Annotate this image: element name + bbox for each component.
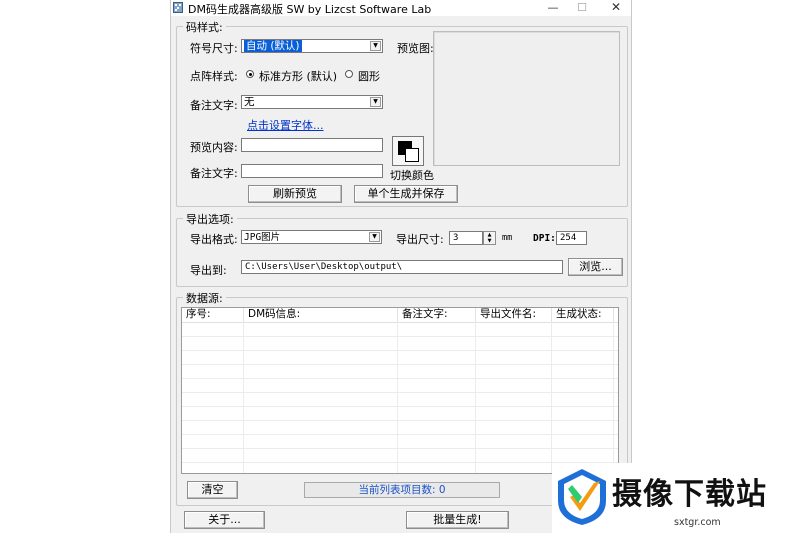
preview-image [433, 31, 620, 166]
row-line [182, 336, 618, 337]
column-header-filename[interactable]: 导出文件名: [476, 308, 552, 322]
watermark-url: sxtgr.com [674, 517, 721, 528]
row-line [182, 434, 618, 435]
minimize-button[interactable]: — [538, 0, 568, 16]
grid-line [475, 322, 476, 473]
stepper-down-icon[interactable]: ▼ [484, 238, 495, 244]
row-line [182, 350, 618, 351]
grid-line [613, 322, 614, 473]
window-title: DM码生成器高级版 SW by Lizcst Software Lab [188, 3, 432, 16]
app-icon [173, 2, 183, 13]
color-toggle-label[interactable]: 切换颜色 [390, 167, 434, 183]
dot-circle-label[interactable]: 圆形 [358, 68, 380, 84]
watermark: 摄像下载站 sxtgr.com [552, 463, 800, 533]
refresh-preview-button[interactable]: 刷新预览 [248, 185, 342, 203]
export-path-label: 导出到: [190, 264, 227, 277]
code-style-legend: 码样式: [183, 19, 226, 35]
export-format-value: JPG图片 [244, 232, 281, 243]
row-line [182, 378, 618, 379]
row-line [182, 406, 618, 407]
data-list[interactable]: 序号: DM码信息: 备注文字: 导出文件名: 生成状态: [181, 307, 619, 474]
column-header-note[interactable]: 备注文字: [398, 308, 476, 322]
preview-label: 预览图: [397, 42, 434, 55]
list-count-status: 当前列表项目数: 0 [304, 482, 500, 498]
symbol-size-value: 自动 (默认) [244, 40, 302, 52]
dot-circle-radio[interactable] [345, 70, 353, 78]
maximize-button[interactable]: ☐ [567, 0, 597, 16]
grid-line [551, 322, 552, 473]
export-format-select[interactable]: JPG图片 ▼ [241, 230, 382, 244]
preview-content-label: 预览内容: [190, 141, 238, 154]
list-header: 序号: DM码信息: 备注文字: 导出文件名: 生成状态: [182, 308, 618, 323]
export-path-input[interactable]: C:\Users\User\Desktop\output\ [241, 260, 563, 274]
chevron-down-icon[interactable]: ▼ [370, 97, 381, 107]
column-header-dm-info[interactable]: DM码信息: [244, 308, 398, 322]
dpi-input[interactable]: 254 [556, 231, 587, 245]
save-single-button[interactable]: 单个生成并保存 [354, 185, 458, 203]
datasource-legend: 数据源: [183, 290, 226, 306]
dot-square-label[interactable]: 标准方形 (默认) [259, 68, 337, 84]
export-size-label: 导出尺寸: [396, 233, 444, 246]
font-settings-link[interactable]: 点击设置字体... [247, 117, 324, 133]
row-line [182, 364, 618, 365]
note-text-value: 无 [244, 96, 255, 108]
background-color-swatch [405, 148, 419, 162]
clear-button[interactable]: 清空 [187, 481, 238, 499]
column-header-status[interactable]: 生成状态: [552, 308, 614, 322]
app-window: DM码生成器高级版 SW by Lizcst Software Lab — ☐ … [170, 0, 632, 533]
dot-style-label: 点阵样式: [190, 70, 238, 83]
export-size-input[interactable]: 3 [449, 231, 483, 245]
color-toggle-button[interactable] [392, 136, 424, 166]
watermark-brand: 摄像下载站 [612, 477, 767, 512]
symbol-size-select[interactable]: 自动 (默认) ▼ [241, 39, 383, 53]
dpi-label: DPI: [533, 233, 556, 244]
export-size-stepper[interactable]: ▲ ▼ [483, 231, 496, 245]
note-text-input[interactable] [241, 164, 383, 178]
grid-line [397, 322, 398, 473]
chevron-down-icon[interactable]: ▼ [369, 232, 380, 242]
export-size-unit: mm [502, 233, 513, 243]
browse-button[interactable]: 浏览... [568, 258, 623, 276]
preview-content-input[interactable] [241, 138, 383, 152]
note-text2-label: 备注文字: [190, 167, 238, 180]
grid-line [243, 322, 244, 473]
export-legend: 导出选项: [183, 211, 237, 227]
brand-logo-icon [558, 469, 606, 525]
note-text-select[interactable]: 无 ▼ [241, 95, 383, 109]
export-format-label: 导出格式: [190, 233, 238, 246]
column-header-index[interactable]: 序号: [182, 308, 244, 322]
symbol-size-label: 符号尺寸: [190, 42, 238, 55]
row-line [182, 392, 618, 393]
batch-generate-button[interactable]: 批量生成! [406, 511, 509, 529]
chevron-down-icon[interactable]: ▼ [370, 41, 381, 51]
row-line [182, 420, 618, 421]
about-button[interactable]: 关于... [184, 511, 265, 529]
export-group: 导出选项: [176, 211, 628, 287]
title-bar[interactable]: DM码生成器高级版 SW by Lizcst Software Lab — ☐ … [171, 0, 631, 16]
row-line [182, 448, 618, 449]
note-text-label: 备注文字: [190, 99, 238, 112]
dot-square-radio[interactable] [246, 70, 254, 78]
close-button[interactable]: ✕ [601, 0, 631, 16]
